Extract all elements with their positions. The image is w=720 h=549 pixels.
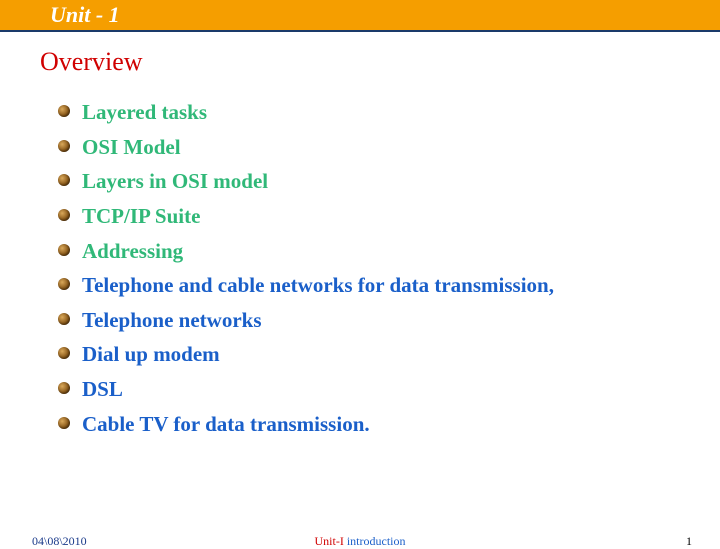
topic-list: Layered tasks OSI Model Layers in OSI mo…	[58, 95, 680, 441]
list-item: Cable TV for data transmission.	[58, 407, 680, 442]
content-area: Overview Layered tasks OSI Model Layers …	[0, 32, 720, 441]
list-item: Addressing	[58, 234, 680, 269]
list-item: Telephone and cable networks for data tr…	[58, 268, 680, 303]
list-item: OSI Model	[58, 130, 680, 165]
footer-unit: Unit-I	[315, 534, 344, 548]
list-item: DSL	[58, 372, 680, 407]
list-item: TCP/IP Suite	[58, 199, 680, 234]
list-item: Dial up modem	[58, 337, 680, 372]
list-item: Layers in OSI model	[58, 164, 680, 199]
list-item: Telephone networks	[58, 303, 680, 338]
footer-intro: introduction	[344, 534, 406, 548]
list-item: Layered tasks	[58, 95, 680, 130]
title-bar: Unit - 1	[0, 0, 720, 32]
footer-center: Unit-I introduction	[0, 534, 720, 549]
section-heading: Overview	[40, 47, 680, 77]
footer-page: 1	[686, 534, 692, 549]
slide-title: Unit - 1	[50, 2, 120, 28]
